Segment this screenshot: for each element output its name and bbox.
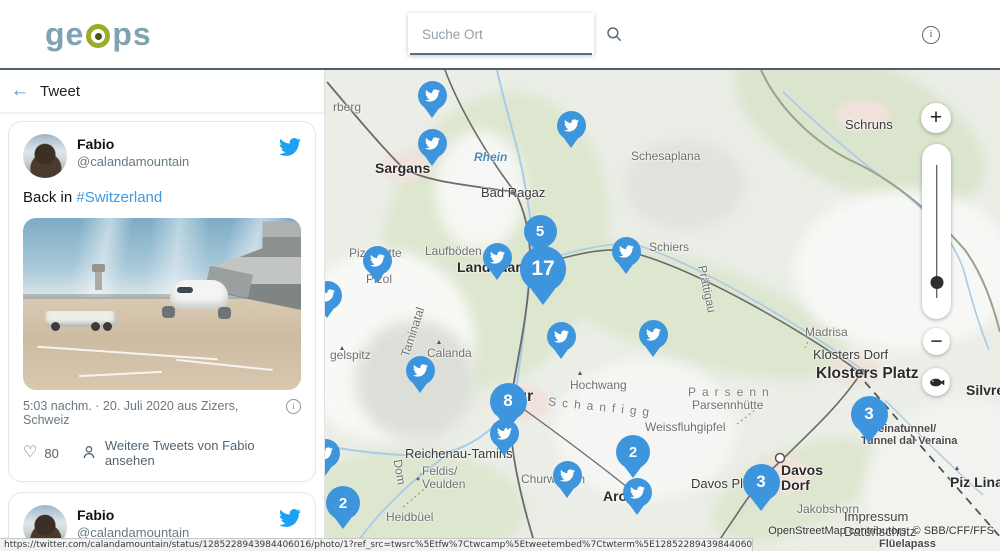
like-heart-icon[interactable]: ♡ <box>23 446 37 460</box>
map-label: Parsennhütte <box>692 398 763 412</box>
map-label: Flüelapass <box>879 538 936 550</box>
map-label: Klosters Platz <box>816 365 919 383</box>
map-label: Schruns <box>845 117 893 132</box>
sidebar-header: ← Tweet <box>0 70 324 113</box>
map-label: Schiers <box>649 240 689 254</box>
like-count: 80 <box>44 446 58 461</box>
more-tweets-link[interactable]: Weitere Tweets von Fabio ansehen <box>105 438 301 468</box>
cluster-marker[interactable]: 8 <box>490 383 527 430</box>
cluster-marker[interactable]: 3 <box>851 396 888 443</box>
map-label: Bad Ragaz <box>481 185 545 200</box>
tweet-header: Fabio @calandamountain <box>23 134 301 178</box>
tweet-marker[interactable] <box>406 356 435 393</box>
map-label: Rhein <box>474 150 507 164</box>
tweet-card[interactable]: Fabio @calandamountain Back in #Switzerl… <box>8 121 316 482</box>
person-icon <box>81 444 97 463</box>
map-label: Parsenn <box>688 385 775 399</box>
map-label: Laufböden <box>425 244 482 258</box>
search-underline <box>410 53 592 55</box>
tweet-actions: ♡ 80 Weitere Tweets von Fabio ansehen <box>23 438 301 468</box>
map-label: rberg <box>333 100 361 114</box>
map-label: Davos <box>781 462 823 478</box>
back-arrow-icon[interactable]: ← <box>0 80 40 102</box>
map-attribution: OpenStreetMap contributors, © SBB/CFF/FF… <box>768 525 994 537</box>
tweet-marker[interactable] <box>547 322 576 359</box>
map-label: Weissfluhgipfel <box>645 420 725 434</box>
geops-logo[interactable]: ge ps <box>45 16 152 52</box>
sidebar-title: Tweet <box>40 83 80 100</box>
tweet-info-icon[interactable]: i <box>286 399 301 414</box>
tweet-marker[interactable] <box>325 439 340 476</box>
author-name: Fabio <box>77 507 279 523</box>
twitter-bird-icon[interactable] <box>279 505 301 534</box>
tweet-marker[interactable] <box>623 478 652 515</box>
place-search-box <box>408 13 594 55</box>
tweet-sidebar: ← Tweet Fabio @calandamountain Back in #… <box>0 70 325 551</box>
map-canvas[interactable]: rbergSargansRheinBad RagazSchrunsSchesap… <box>325 70 1000 551</box>
map-label: Veulden <box>422 477 465 491</box>
search-input[interactable] <box>408 27 605 42</box>
tweet-marker[interactable] <box>325 281 342 318</box>
app-header: ge ps i <box>0 0 1000 70</box>
author-handle: @calandamountain <box>77 154 279 169</box>
cluster-marker[interactable]: 17 <box>520 246 566 305</box>
tweet-marker[interactable] <box>363 246 392 283</box>
impressum-link[interactable]: Impressum <box>844 509 908 524</box>
zoom-slider-knob[interactable] <box>930 276 943 289</box>
browser-status-bar: https://twitter.com/calandamountain/stat… <box>0 538 753 551</box>
zoom-slider[interactable] <box>922 144 951 319</box>
baselayer-toggle-button[interactable] <box>922 368 950 396</box>
map-label: gelspitz <box>330 348 371 362</box>
tweet-marker[interactable] <box>612 237 641 274</box>
cluster-marker[interactable]: 3 <box>743 464 780 511</box>
tweet-marker[interactable] <box>553 461 582 498</box>
map-label: Heidbüel <box>386 510 433 524</box>
map-label: Davos Pl <box>691 476 743 491</box>
tweet-marker[interactable] <box>418 129 447 166</box>
tweet-marker[interactable] <box>557 111 586 148</box>
avatar[interactable] <box>23 134 67 178</box>
map-label: Hochwang <box>570 378 627 392</box>
zoom-in-button[interactable]: + <box>921 103 951 133</box>
baselayer-icon <box>928 374 945 391</box>
search-icon[interactable] <box>605 17 623 51</box>
tweet-photo-airport[interactable] <box>23 218 301 390</box>
map-label: Silvret <box>966 382 1000 398</box>
logo-text-right: ps <box>112 16 151 52</box>
tweet-author: Fabio @calandamountain <box>77 505 279 540</box>
map-label: Piz Linar <box>950 474 1000 490</box>
map-label: Feldis/ <box>422 464 457 478</box>
twitter-bird-icon[interactable] <box>279 134 301 163</box>
zoom-out-button[interactable]: − <box>923 328 950 355</box>
map-label: Klosters Dorf <box>813 347 888 362</box>
info-icon[interactable]: i <box>922 26 940 44</box>
map-label: Madrisa <box>805 325 848 339</box>
tweet-marker[interactable] <box>418 81 447 118</box>
author-name: Fabio <box>77 136 279 152</box>
tweet-meta: 5:03 nachm. · 20. Juli 2020 aus Zizers, … <box>23 399 301 427</box>
tweet-marker[interactable] <box>639 320 668 357</box>
tweet-timestamp: 5:03 nachm. · 20. Juli 2020 aus Zizers, … <box>23 399 238 427</box>
map-label: Dorf <box>781 477 810 493</box>
tweet-text-plain: Back in <box>23 189 76 206</box>
hashtag-link[interactable]: #Switzerland <box>76 189 162 206</box>
cluster-marker[interactable]: 2 <box>326 486 360 529</box>
map-label: Schesaplana <box>631 149 700 163</box>
tweet-author: Fabio @calandamountain <box>77 134 279 169</box>
logo-o-icon <box>86 24 110 48</box>
logo-text-left: ge <box>45 16 84 52</box>
tweet-marker[interactable] <box>483 243 512 280</box>
cluster-marker[interactable]: 2 <box>616 435 650 478</box>
tweet-text: Back in #Switzerland <box>23 188 301 208</box>
